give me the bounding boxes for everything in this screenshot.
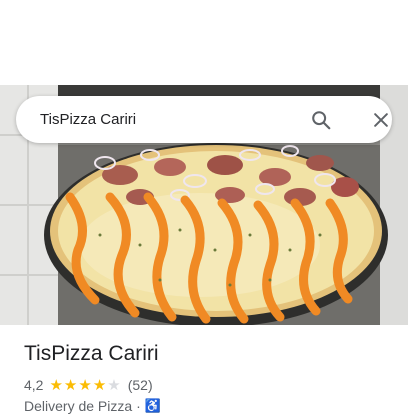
wheelchair-accessible-icon: ♿ [144, 398, 162, 413]
category-row: Delivery de Pizza · ♿ [24, 398, 161, 414]
place-info-panel: TisPizza Cariri 4,2 ★ ★ ★ ★ ★ (52) Deliv… [0, 325, 408, 414]
rating-row[interactable]: 4,2 ★ ★ ★ ★ ★ (52) [24, 376, 153, 394]
place-category: Delivery de Pizza [24, 398, 133, 414]
search-bar[interactable]: TisPizza Cariri [16, 96, 392, 143]
star-icon: ★ [78, 376, 92, 394]
star-icon: ★ [63, 376, 78, 394]
search-icon [312, 111, 331, 130]
close-icon [374, 113, 388, 127]
top-blank-area [0, 0, 408, 85]
star-icon: ★ [49, 376, 63, 394]
search-input[interactable]: TisPizza Cariri [40, 96, 136, 143]
close-button[interactable] [367, 106, 395, 134]
star-icon: ★ [92, 376, 107, 394]
star-empty-icon: ★ [107, 376, 121, 394]
rating-value: 4,2 [24, 377, 44, 393]
place-title: TisPizza Cariri [24, 342, 159, 365]
search-button[interactable] [307, 106, 335, 134]
rating-stars: ★ ★ ★ ★ ★ [49, 378, 121, 393]
separator: · [136, 398, 141, 414]
review-count[interactable]: (52) [128, 377, 153, 393]
